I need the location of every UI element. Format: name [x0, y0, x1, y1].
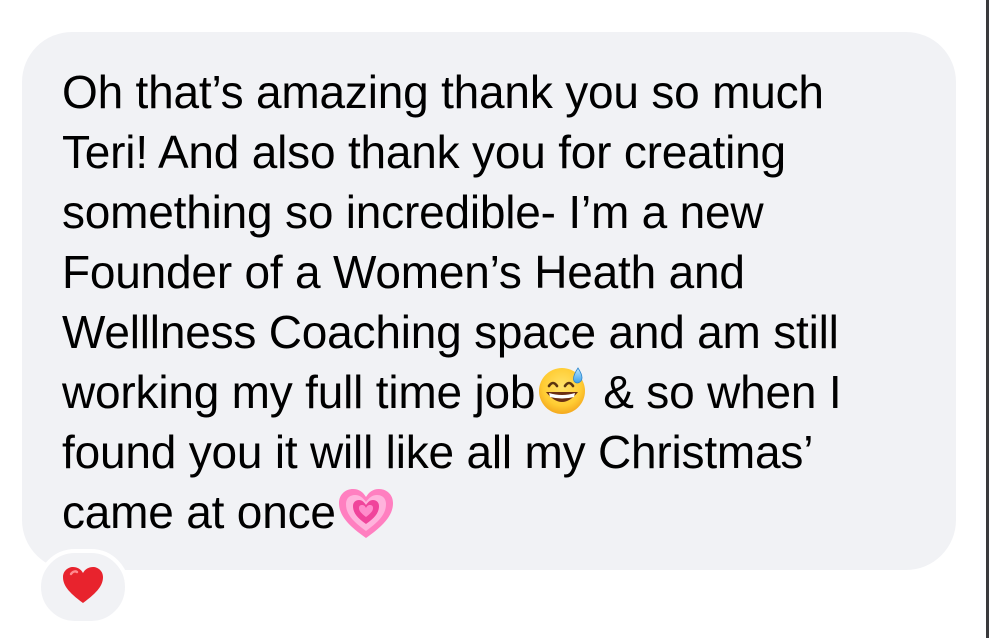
grinning-sweat-emoji-icon	[537, 364, 589, 416]
reaction-badge[interactable]	[37, 549, 129, 625]
growing-heart-emoji-icon	[338, 488, 394, 540]
message-line: Oh that’s amazing thank you so much	[62, 66, 824, 118]
message-line-part: came at once	[62, 486, 336, 538]
message-line: Teri! And also thank you for creating	[62, 126, 786, 178]
message-line: Founder of a Women’s Heath and	[62, 246, 745, 298]
message-bubble[interactable]: Oh that’s amazing thank you so much Teri…	[22, 32, 956, 570]
message-line: found you it will like all my Christmas’	[62, 426, 814, 478]
message-text: Oh that’s amazing thank you so much Teri…	[62, 62, 942, 542]
red-heart-icon	[62, 566, 104, 609]
message-line: working my full time job & so when I	[62, 362, 942, 422]
message-line-part: working my full time job	[62, 366, 536, 418]
message-line: came at once	[62, 482, 942, 542]
message-line: something so incredible- I’m a new	[62, 186, 764, 238]
message-line: Welllness Coaching space and am still	[62, 306, 839, 358]
message-line-part: & so when I	[603, 366, 842, 418]
